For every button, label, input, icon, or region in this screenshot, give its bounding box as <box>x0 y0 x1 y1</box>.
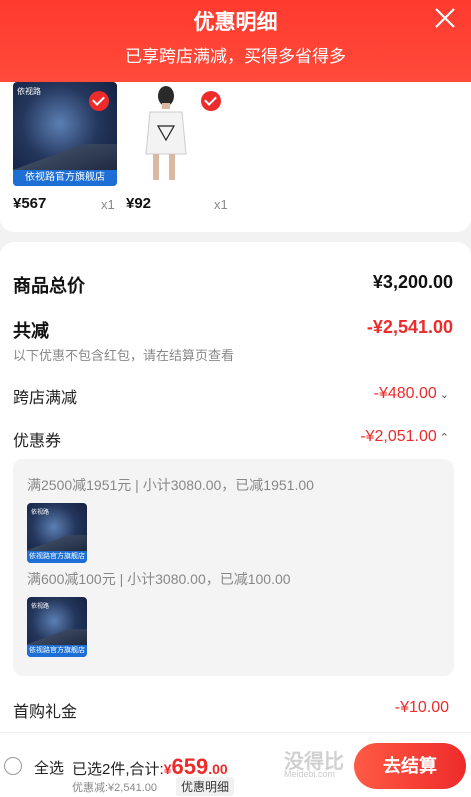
coupon-product-thumb: 依视路 依视路官方旗舰店 <box>27 503 87 563</box>
checkout-button[interactable]: 去结算 <box>354 743 466 789</box>
first-gift-value: -¥10.00 <box>394 699 449 716</box>
first-gift-label: 首购礼金 <box>13 704 78 721</box>
total-amount: 659 <box>171 754 209 779</box>
total-decimal: .00 <box>208 761 228 777</box>
page-title: 优惠明细 <box>193 11 278 34</box>
cross-store-row[interactable]: -¥480.00 ⌄ <box>374 385 449 403</box>
chevron-down-icon[interactable]: ⌄ <box>440 388 449 401</box>
coupon-value: -¥2,051.00 <box>360 428 437 445</box>
checkout-bar: 全选 已选2件,合计:¥659.00 优惠减:¥2,541.00 优惠明细 没得… <box>0 732 471 797</box>
total-value: ¥3,200.00 <box>372 272 453 292</box>
product-item-tshirt[interactable]: ¥92 x1 <box>126 82 230 212</box>
selected-check-icon[interactable] <box>201 91 221 111</box>
header: 优惠明细 已享跨店满减，买得多省得多 <box>0 0 471 82</box>
product-qty: x1 <box>214 197 228 212</box>
reduction-label: 共减 <box>13 321 49 341</box>
product-item-lens[interactable]: 依视路 依视路官方旗舰店 ¥567 x1 <box>13 82 117 212</box>
coupon-rule: 满600减100元 | 小计3080.00，已减100.00 <box>27 571 291 587</box>
selected-count: 已选2件,合计: <box>72 761 164 778</box>
discount-detail-panel: 商品总价 ¥3,200.00 共减 -¥2,541.00 以下优惠不包含红包，请… <box>0 242 471 732</box>
discount-summary: 优惠减:¥2,541.00 <box>72 782 157 794</box>
close-icon[interactable] <box>433 6 457 30</box>
cross-store-label: 跨店满减 <box>13 390 78 407</box>
brand-logo-icon: 依视路 <box>17 87 41 96</box>
coupon-row[interactable]: -¥2,051.00 ⌃ <box>360 428 449 446</box>
select-all-label[interactable]: 全选 <box>34 757 64 778</box>
product-price: ¥567 <box>13 195 47 212</box>
reduction-value: -¥2,541.00 <box>366 317 453 337</box>
page-subtitle: 已享跨店满减，买得多省得多 <box>125 47 346 66</box>
store-tag: 依视路官方旗舰店 <box>27 645 87 657</box>
store-tag: 依视路官方旗舰店 <box>27 551 87 563</box>
total-label: 商品总价 <box>13 276 85 296</box>
product-list: 依视路 依视路官方旗舰店 ¥567 x1 ¥92 x1 <box>0 82 471 232</box>
chevron-up-icon[interactable]: ⌃ <box>440 431 449 444</box>
selected-check-icon[interactable] <box>89 91 109 111</box>
coupon-detail-box: 满2500减1951元 | 小计3080.00，已减1951.00 依视路 依视… <box>13 459 454 676</box>
watermark-sub: Meidebi.com <box>284 769 336 779</box>
product-qty: x1 <box>101 197 115 212</box>
coupon-label: 优惠券 <box>13 433 62 450</box>
product-price: ¥92 <box>126 195 152 212</box>
redpacket-note: 以下优惠不包含红包，请在结算页查看 <box>13 348 235 363</box>
store-tag: 依视路官方旗舰店 <box>13 170 117 186</box>
select-all-radio[interactable] <box>4 757 22 775</box>
coupon-rule: 满2500减1951元 | 小计3080.00，已减1951.00 <box>27 477 314 493</box>
cross-store-value: -¥480.00 <box>373 385 437 402</box>
coupon-product-thumb: 依视路 依视路官方旗舰店 <box>27 597 87 657</box>
discount-detail-button[interactable]: 优惠明细 <box>176 777 235 796</box>
